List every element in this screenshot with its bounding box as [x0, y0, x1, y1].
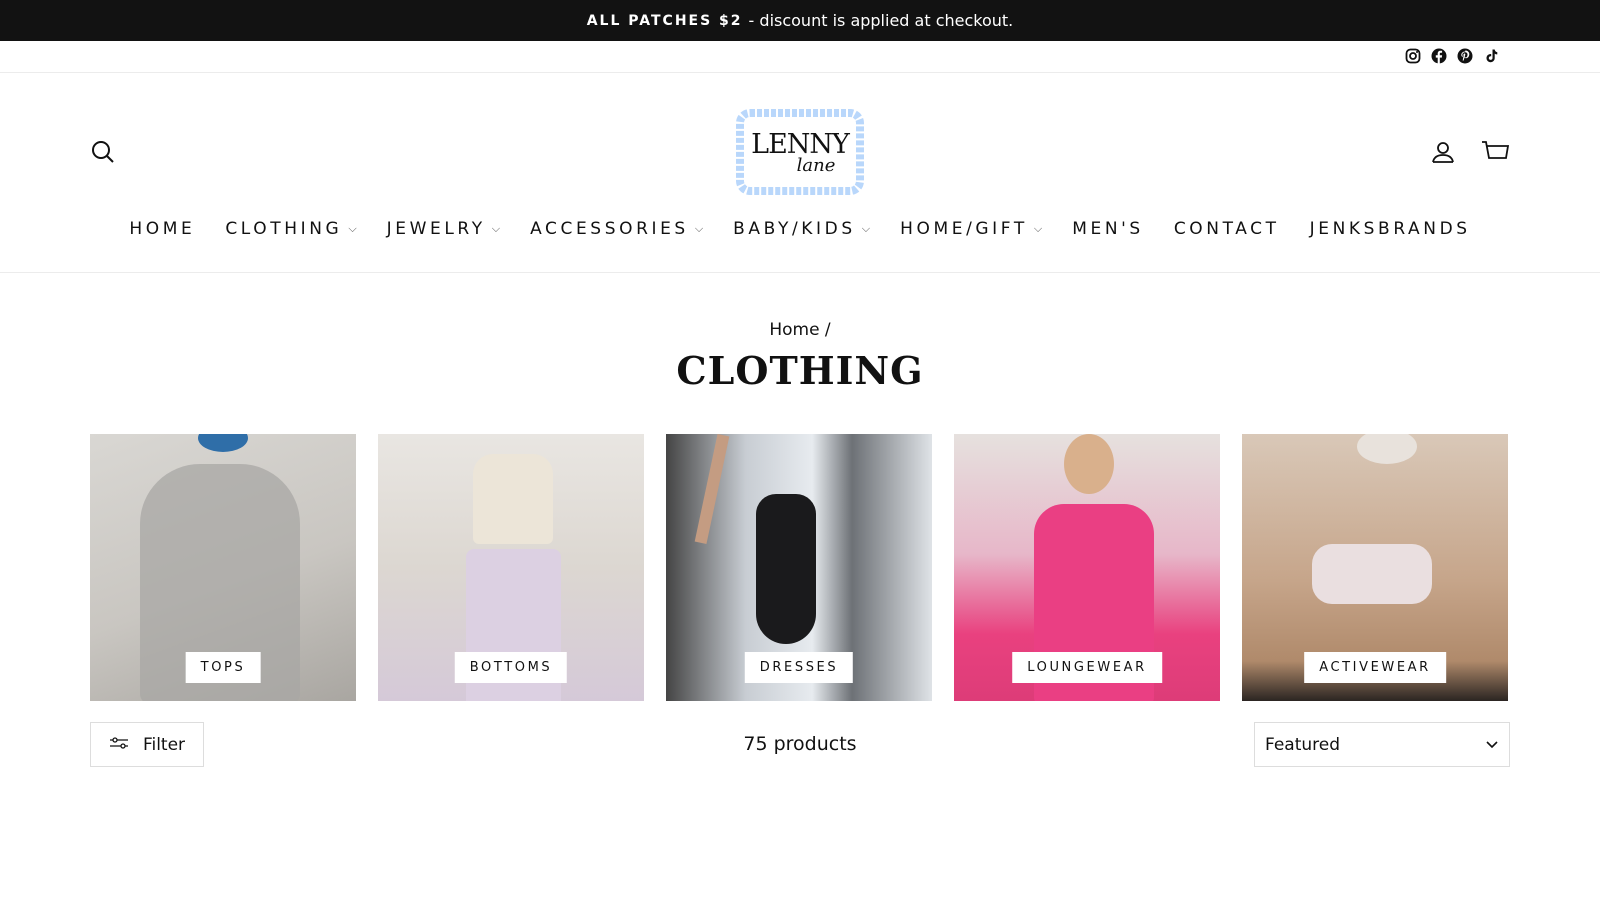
pinterest-icon[interactable] — [1456, 47, 1474, 65]
collection-tile-activewear[interactable]: ACTIVEWEAR — [1242, 434, 1508, 701]
announcement-highlight: ALL PATCHES $2 — [586, 12, 743, 29]
product-photo — [756, 494, 816, 644]
breadcrumb[interactable]: Home / — [0, 320, 1600, 340]
collection-label: TOPS — [185, 652, 261, 683]
chevron-down-icon: ⌵ — [491, 222, 501, 235]
collection-grid: TOPS BOTTOMS DRESSES LOUNGEWEAR ACTIVEWE… — [90, 434, 1510, 701]
nav-label: BABY/KIDS — [733, 219, 856, 239]
cart-icon — [1480, 141, 1510, 169]
site-header: LENNY lane HOME CLOTHING ⌵ JEWELRY ⌵ ACCES… — [0, 73, 1600, 273]
sort-selected-value: Featured — [1265, 734, 1341, 755]
nav-label: MEN'S — [1072, 219, 1144, 239]
product-photo — [473, 454, 553, 544]
page-title: CLOTHING — [676, 348, 924, 393]
nav-label: HOME/GIFT — [900, 219, 1028, 239]
product-photo-hat — [1357, 434, 1417, 464]
nav-item-contact[interactable]: CONTACT — [1159, 213, 1295, 245]
logo-text-script: lane — [796, 155, 836, 176]
nav-item-mens[interactable]: MEN'S — [1057, 213, 1159, 245]
collection-label: BOTTOMS — [454, 652, 568, 683]
nav-label: HOME — [129, 219, 196, 239]
nav-item-home-gift[interactable]: HOME/GIFT ⌵ — [885, 213, 1057, 245]
nav-item-home[interactable]: HOME — [114, 213, 210, 245]
nav-item-jenksbrands[interactable]: JENKSBRANDS — [1295, 213, 1486, 245]
nav-label: CLOTHING — [225, 219, 343, 239]
user-icon — [1430, 142, 1456, 169]
chevron-down-icon: ⌵ — [861, 222, 871, 235]
search-button[interactable] — [90, 139, 118, 167]
store-logo[interactable]: LENNY lane — [736, 109, 864, 195]
product-photo-arm — [694, 434, 730, 545]
collection-label: DRESSES — [744, 652, 854, 683]
nav-label: ACCESSORIES — [530, 219, 689, 239]
nav-label: CONTACT — [1173, 219, 1280, 239]
nav-item-accessories[interactable]: ACCESSORIES ⌵ — [515, 213, 718, 245]
main-navigation: HOME CLOTHING ⌵ JEWELRY ⌵ ACCESSORIES ⌵ BAB… — [0, 213, 1600, 245]
social-bar — [0, 41, 1600, 73]
nav-item-jewelry[interactable]: JEWELRY ⌵ — [372, 213, 515, 245]
collection-tile-bottoms[interactable]: BOTTOMS — [378, 434, 644, 701]
collection-tile-tops[interactable]: TOPS — [90, 434, 356, 701]
cart-button[interactable] — [1480, 139, 1510, 167]
nav-item-clothing[interactable]: CLOTHING ⌵ — [210, 213, 371, 245]
chevron-down-icon: ⌵ — [1033, 222, 1043, 235]
instagram-icon[interactable] — [1404, 47, 1422, 65]
announcement-text: - discount is applied at checkout. — [748, 11, 1014, 30]
chevron-down-icon: ⌵ — [694, 222, 704, 235]
chevron-down-icon — [1485, 735, 1499, 755]
search-icon — [90, 141, 116, 169]
product-photo-head — [1064, 434, 1114, 494]
nav-label: JEWELRY — [386, 219, 486, 239]
facebook-icon[interactable] — [1430, 47, 1448, 65]
chevron-down-icon: ⌵ — [348, 222, 357, 235]
announcement-bar: ALL PATCHES $2 - discount is applied at … — [0, 0, 1600, 41]
collection-label: ACTIVEWEAR — [1304, 652, 1446, 683]
nav-label: JENKSBRANDS — [1309, 219, 1471, 239]
collection-tile-dresses[interactable]: DRESSES — [666, 434, 932, 701]
collection-label: LOUNGEWEAR — [1012, 652, 1162, 683]
tiktok-icon[interactable] — [1482, 47, 1500, 65]
sort-select[interactable]: Featured — [1254, 722, 1510, 767]
breadcrumb-home-link[interactable]: Home / — [769, 320, 830, 340]
product-photo — [1312, 544, 1432, 604]
product-photo-hat — [198, 434, 248, 452]
nav-item-baby-kids[interactable]: BABY/KIDS ⌵ — [718, 213, 885, 245]
collection-tile-loungewear[interactable]: LOUNGEWEAR — [954, 434, 1220, 701]
account-button[interactable] — [1430, 139, 1458, 167]
